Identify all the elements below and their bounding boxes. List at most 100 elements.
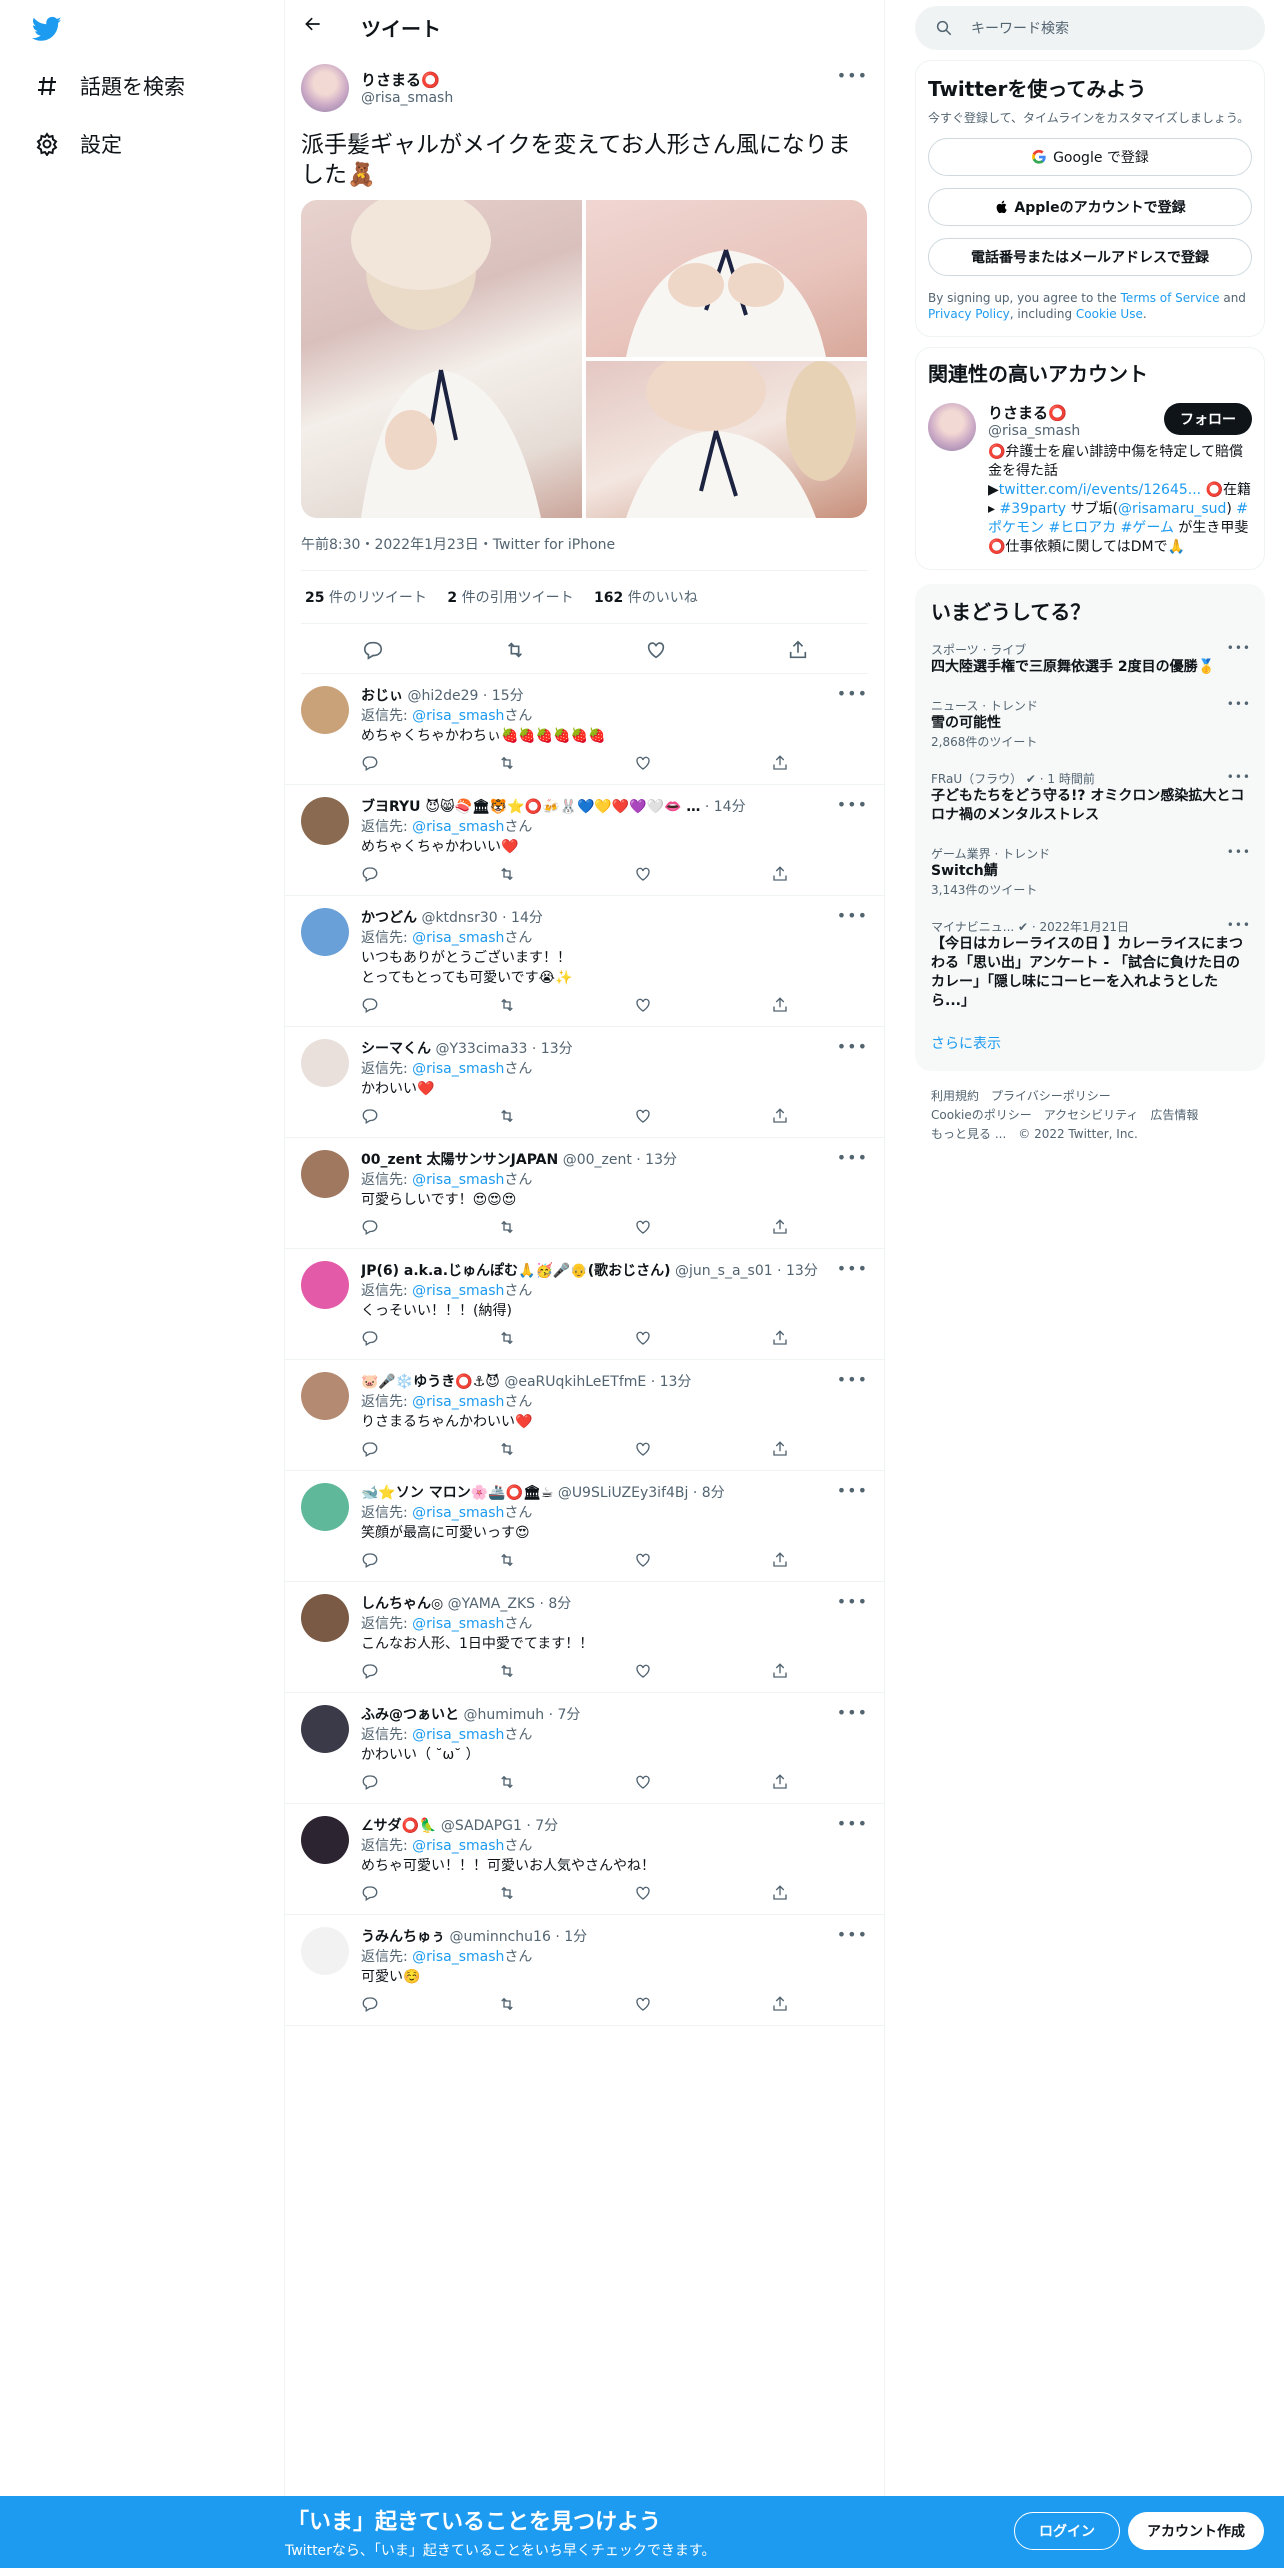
reply-time[interactable]: · 8分	[539, 1596, 571, 1612]
reply-time[interactable]: · 14分	[705, 799, 746, 815]
retweet-icon[interactable]	[498, 1440, 518, 1460]
reply-author-name[interactable]: うみんちゅぅ	[361, 1929, 445, 1945]
reply-author-name[interactable]: 00_zent 太陽サンサンJAPAN	[361, 1152, 558, 1168]
reply-author-handle[interactable]: @Y33cima33	[435, 1041, 527, 1057]
photo-3[interactable]	[586, 351, 867, 518]
reply-author-name[interactable]: かつどん	[361, 910, 417, 926]
like-icon[interactable]	[634, 1773, 654, 1793]
reply-author-handle[interactable]: @eaRUqkihLeETfmE	[504, 1374, 646, 1390]
reply-author-name[interactable]: おじぃ	[361, 688, 403, 704]
reply-tweet[interactable]: 🐷🎤❄️ゆうき⭕⚓😈 @eaRUqkihLeETfmE · 13分 返信先: @r…	[285, 1360, 884, 1471]
retweet-icon[interactable]	[498, 1995, 518, 2015]
reply-to-link[interactable]: @risa_smash	[412, 1838, 504, 1854]
reply-author-handle[interactable]: @U9SLiUZEy3if4Bj	[558, 1485, 689, 1501]
retweet-icon[interactable]	[498, 1773, 518, 1793]
like-icon[interactable]	[634, 754, 654, 774]
author-handle[interactable]: @risa_smash	[361, 90, 453, 106]
like-icon[interactable]	[634, 1218, 654, 1238]
like-icon[interactable]	[634, 1995, 654, 2015]
trend-item[interactable]: マイナビニュ... ✔ · 2022年1月21日 【今日はカレーライスの日 】カレ…	[915, 908, 1265, 1021]
reply-to-link[interactable]: @risa_smash	[412, 1505, 504, 1521]
reply-icon[interactable]	[361, 865, 381, 885]
footer-terms[interactable]: 利用規約	[931, 1089, 979, 1103]
share-icon[interactable]	[771, 1107, 791, 1127]
reply-author-name[interactable]: しんちゃん◎	[361, 1596, 443, 1612]
footer-more[interactable]: もっと見る ...	[931, 1127, 1006, 1141]
reply-icon[interactable]	[361, 1995, 381, 2015]
reply-icon[interactable]	[361, 1884, 381, 1904]
share-icon[interactable]	[771, 1662, 791, 1682]
retweet-stat[interactable]: 25 件のリツイート	[305, 590, 427, 606]
reply-author-handle[interactable]: @uminnchu16	[449, 1929, 550, 1945]
reply-tweet[interactable]: うみんちゅぅ @uminnchu16 · 1分 返信先: @risa_smashさ…	[285, 1915, 884, 2026]
reply-icon[interactable]	[361, 754, 381, 774]
avatar[interactable]	[301, 1705, 349, 1753]
reply-time[interactable]: · 7分	[526, 1818, 558, 1834]
twitter-logo-icon[interactable]	[30, 14, 64, 44]
reply-author-name[interactable]: ∠サダ⭕🦜	[361, 1818, 436, 1834]
like-icon[interactable]	[645, 639, 665, 659]
more-icon[interactable]: •••	[837, 66, 868, 85]
reply-author-handle[interactable]: @hi2de29	[407, 688, 478, 704]
like-stat[interactable]: 162 件のいいね	[594, 590, 698, 606]
reply-icon[interactable]	[361, 1218, 381, 1238]
more-icon[interactable]: •••	[837, 1481, 868, 1500]
share-icon[interactable]	[771, 1440, 791, 1460]
more-icon[interactable]: •••	[837, 906, 868, 925]
retweet-icon[interactable]	[504, 639, 524, 659]
reply-time[interactable]: · 7分	[549, 1707, 581, 1723]
reply-author-name[interactable]: ふみ@つぁいと	[361, 1707, 459, 1723]
reply-tweet[interactable]: ふみ@つぁいと @humimuh · 7分 返信先: @risa_smashさんか…	[285, 1693, 884, 1804]
search-bar[interactable]: キーワード検索	[915, 6, 1265, 50]
retweet-icon[interactable]	[498, 1662, 518, 1682]
more-icon[interactable]: •••	[1227, 697, 1251, 711]
reply-tweet[interactable]: ∠サダ⭕🦜 @SADAPG1 · 7分 返信先: @risa_smashさん めちゃ…	[285, 1804, 884, 1915]
reply-to-link[interactable]: @risa_smash	[412, 1949, 504, 1965]
reply-icon[interactable]	[361, 1662, 381, 1682]
cookie-link[interactable]: Cookie Use	[1076, 307, 1143, 321]
footer-accessibility[interactable]: アクセシビリティ	[1044, 1108, 1139, 1122]
reply-to-link[interactable]: @risa_smash	[412, 1172, 504, 1188]
like-icon[interactable]	[634, 1440, 654, 1460]
share-icon[interactable]	[771, 754, 791, 774]
more-icon[interactable]: •••	[837, 1703, 868, 1722]
tweet-timestamp[interactable]: 午前8:30・2022年1月23日・Twitter for iPhone	[301, 534, 868, 571]
avatar[interactable]	[301, 1261, 349, 1309]
reply-icon[interactable]	[361, 1440, 381, 1460]
reply-tweet[interactable]: JP(6) a.k.a.じゅんぽむ🙏🥳🎤👴(歌おじさん) @jun_s_a_s0…	[285, 1249, 884, 1360]
related-account[interactable]: りさまる⭕ @risa_smash ⭕弁護士を雇い誹謗中傷を特定して賠償金を得た…	[928, 403, 1252, 557]
reply-author-handle[interactable]: @jun_s_a_s01	[675, 1263, 773, 1279]
trend-item[interactable]: スポーツ · ライブ 四大陸選手権で三原舞依選手 2度目の優勝🥇 •••	[915, 631, 1265, 687]
reply-icon[interactable]	[361, 1551, 381, 1571]
like-icon[interactable]	[634, 1662, 654, 1682]
share-icon[interactable]	[771, 1773, 791, 1793]
google-signup-button[interactable]: Google で登録	[928, 138, 1252, 176]
reply-tweet[interactable]: おじぃ @hi2de29 · 15分 返信先: @risa_smashさん めちゃく…	[285, 674, 884, 785]
photo-1[interactable]	[301, 200, 582, 518]
avatar[interactable]	[301, 1816, 349, 1864]
reply-author-handle[interactable]: @YAMA_ZKS	[448, 1596, 535, 1612]
share-icon[interactable]	[771, 1884, 791, 1904]
follow-button[interactable]: フォロー	[1164, 403, 1252, 435]
like-icon[interactable]	[634, 1551, 654, 1571]
more-icon[interactable]: •••	[837, 1259, 868, 1278]
avatar[interactable]	[301, 797, 349, 845]
reply-to-link[interactable]: @risa_smash	[412, 930, 504, 946]
reply-icon[interactable]	[361, 996, 381, 1016]
more-icon[interactable]: •••	[837, 1037, 868, 1056]
more-icon[interactable]: •••	[1227, 641, 1251, 655]
nav-settings[interactable]: 設定	[34, 124, 122, 164]
reply-author-name[interactable]: 🐷🎤❄️ゆうき⭕⚓😈	[361, 1374, 500, 1390]
reply-to-link[interactable]: @risa_smash	[412, 1394, 504, 1410]
retweet-icon[interactable]	[498, 1884, 518, 1904]
reply-time[interactable]: · 15分	[483, 688, 524, 704]
more-icon[interactable]: •••	[837, 1814, 868, 1833]
reply-icon[interactable]	[361, 1773, 381, 1793]
terms-link[interactable]: Terms of Service	[1121, 291, 1220, 305]
retweet-icon[interactable]	[498, 1329, 518, 1349]
more-icon[interactable]: •••	[837, 1592, 868, 1611]
retweet-icon[interactable]	[498, 1218, 518, 1238]
reply-to-link[interactable]: @risa_smash	[412, 1727, 504, 1743]
reply-time[interactable]: · 13分	[532, 1041, 573, 1057]
avatar[interactable]	[301, 1372, 349, 1420]
